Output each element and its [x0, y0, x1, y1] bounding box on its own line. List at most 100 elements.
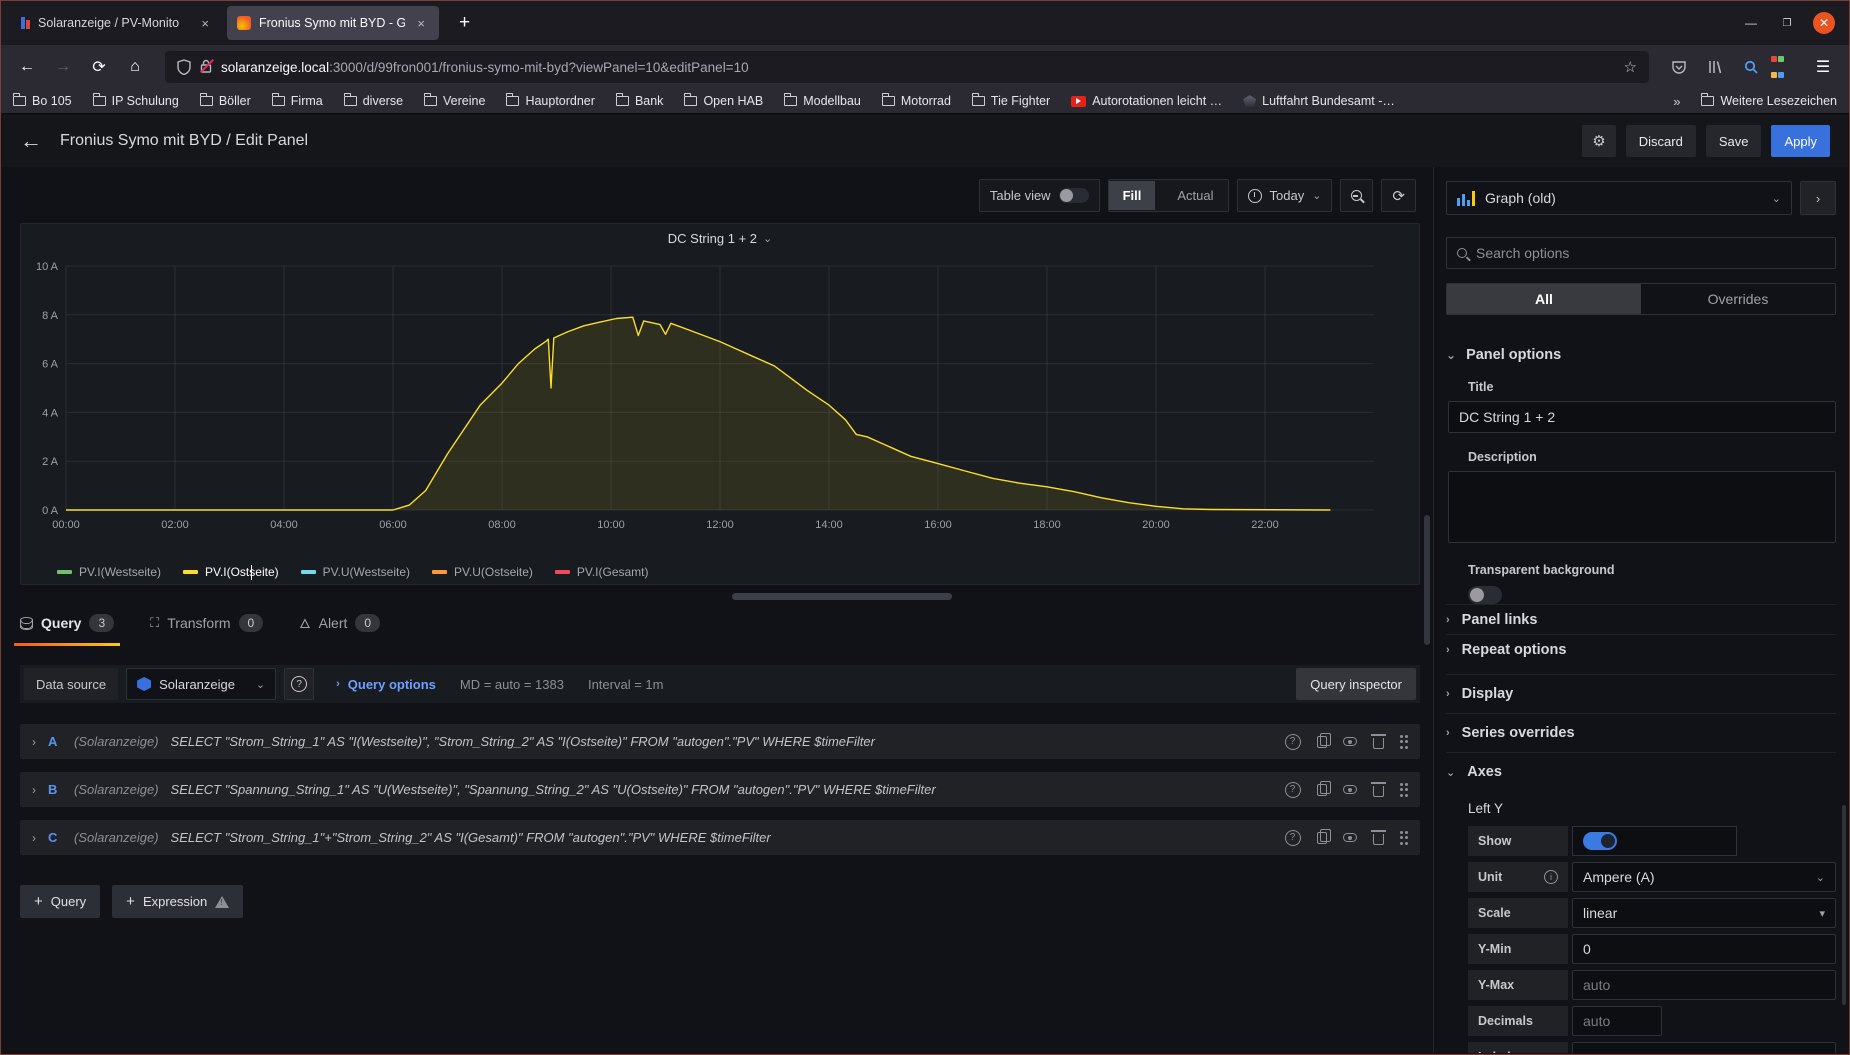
duplicate-icon[interactable]	[1316, 732, 1331, 748]
collapse-pane-button[interactable]: ›	[1800, 181, 1836, 215]
library-icon[interactable]	[1699, 52, 1731, 82]
tab-all[interactable]: All	[1447, 284, 1641, 314]
chart-svg[interactable]: 0 A 2 A 4 A 6 A 8 A 10 A 00:00 02:00 04:00 06:00 0…	[28, 252, 1412, 560]
pocket-icon[interactable]	[1663, 52, 1695, 82]
scrollbar-thumb[interactable]	[1424, 515, 1430, 645]
extension-grid-icon[interactable]	[1771, 52, 1803, 82]
shield-icon[interactable]	[177, 59, 191, 75]
bookmark-item[interactable]: diverse	[343, 93, 403, 108]
chevron-right-icon[interactable]: ›	[32, 783, 36, 797]
help-icon[interactable]: ?	[1284, 829, 1301, 846]
section-panel-options[interactable]: ⌄ Panel options	[1446, 347, 1836, 363]
scale-select[interactable]: linear ▾	[1572, 898, 1836, 928]
section-axes[interactable]: ⌄ Axes	[1446, 752, 1836, 791]
query-inspector-button[interactable]: Query inspector	[1296, 668, 1416, 700]
bookmark-item[interactable]: IP Schulung	[92, 93, 179, 108]
save-button[interactable]: Save	[1705, 125, 1762, 157]
menu-icon[interactable]: ☰	[1807, 52, 1839, 82]
new-tab-button[interactable]: +	[451, 12, 478, 34]
bookmark-item[interactable]: Bank	[615, 93, 663, 108]
legend-item[interactable]: PV.U(Ostseite)	[432, 565, 533, 579]
minimize-button[interactable]: —	[1741, 16, 1761, 30]
options-search[interactable]	[1446, 237, 1836, 269]
visualization-picker[interactable]: Graph (old) ⌄	[1446, 181, 1792, 215]
pane-scrollbar-thumb[interactable]	[1842, 805, 1846, 1005]
query-options-toggle[interactable]: › Query options	[336, 677, 436, 692]
legend-item[interactable]: PV.I(Westseite)	[57, 565, 161, 579]
refresh-button[interactable]: ⟳	[1381, 179, 1416, 212]
bookmark-item[interactable]: Autorotationen leicht …	[1071, 94, 1222, 108]
datasource-help-button[interactable]: ?	[284, 668, 315, 700]
options-search-input[interactable]	[1476, 245, 1825, 261]
maximize-button[interactable]: ❐	[1777, 18, 1797, 29]
legend-item[interactable]: PV.U(Westseite)	[300, 565, 410, 579]
bookmark-item[interactable]: Vereine	[424, 93, 485, 108]
help-icon[interactable]: ?	[1284, 781, 1301, 798]
fill-option[interactable]: Fill	[1108, 181, 1156, 210]
bookmark-star-icon[interactable]: ☆	[1624, 58, 1637, 76]
add-expression-button[interactable]: + Expression	[112, 885, 244, 918]
trash-icon[interactable]	[1370, 734, 1386, 749]
eye-icon[interactable]	[1342, 833, 1357, 842]
bookmark-item[interactable]: Tie Fighter	[971, 93, 1050, 108]
toggle-off-icon[interactable]	[1058, 188, 1089, 203]
tab-overrides[interactable]: Overrides	[1641, 284, 1835, 314]
legend-item[interactable]: PV.I(Ostseite)	[183, 565, 279, 580]
duplicate-icon[interactable]	[1316, 780, 1331, 796]
settings-gear-button[interactable]: ⚙	[1582, 125, 1616, 157]
home-icon[interactable]: ⌂	[119, 52, 151, 82]
bookmark-item[interactable]: Motorrad	[881, 93, 951, 108]
chevron-right-icon[interactable]: ›	[32, 831, 36, 845]
trash-icon[interactable]	[1370, 830, 1386, 845]
tab-close-icon[interactable]: ×	[197, 14, 213, 33]
unit-select[interactable]: Ampere (A) ⌄	[1572, 862, 1836, 892]
discard-button[interactable]: Discard	[1625, 125, 1696, 157]
table-view-toggle[interactable]: Table view	[978, 179, 1100, 212]
add-query-button[interactable]: + Query	[20, 885, 101, 918]
tab-query[interactable]: Query 3	[13, 610, 121, 646]
browser-tab-fronius[interactable]: Fronius Symo mit BYD - G ×	[227, 6, 439, 40]
time-range-picker[interactable]: Today ⌄	[1236, 179, 1333, 212]
actual-option[interactable]: Actual	[1163, 181, 1227, 210]
section-display[interactable]: › Display	[1446, 674, 1836, 713]
help-icon[interactable]: ?	[1284, 733, 1301, 750]
close-button[interactable]: ✕	[1813, 12, 1835, 34]
ymax-input[interactable]	[1583, 977, 1825, 993]
url-bar[interactable]: solaranzeige.local:3000/d/99fron001/fron…	[165, 51, 1649, 83]
bookmark-item[interactable]: Modellbau	[784, 93, 861, 108]
bookmark-item[interactable]: Hauptordner	[506, 93, 595, 108]
chevron-right-icon[interactable]: ›	[32, 735, 36, 749]
search-extension-icon[interactable]	[1735, 52, 1767, 82]
bookmark-item[interactable]: Open HAB	[684, 93, 763, 108]
section-panel-links[interactable]: › Panel links	[1446, 604, 1836, 634]
legend-item[interactable]: PV.I(Gesamt)	[554, 565, 649, 579]
zoom-out-button[interactable]	[1340, 179, 1374, 212]
panel-title-input[interactable]	[1448, 401, 1836, 433]
datasource-picker[interactable]: Solaranzeige ⌄	[126, 668, 277, 700]
forward-icon[interactable]: →	[47, 52, 79, 82]
drag-handle-icon[interactable]	[1399, 830, 1408, 845]
browser-tab-solaranzeige[interactable]: Solaranzeige / PV-Monito ×	[11, 6, 223, 40]
reload-icon[interactable]: ⟳	[83, 52, 115, 82]
eye-icon[interactable]	[1342, 737, 1357, 746]
transparent-bg-toggle[interactable]	[1468, 586, 1502, 604]
section-repeat-options[interactable]: › Repeat options	[1446, 634, 1836, 664]
bookmarks-overflow-icon[interactable]: »	[1673, 94, 1680, 109]
ymin-input[interactable]	[1583, 941, 1825, 957]
bookmark-item[interactable]: Böller	[199, 93, 251, 108]
bookmark-item[interactable]: Firma	[271, 93, 323, 108]
insecure-lock-icon[interactable]	[199, 58, 215, 76]
query-row[interactable]: › A (Solaranzeige) SELECT "Strom_String_…	[20, 724, 1420, 759]
section-series-overrides[interactable]: › Series overrides	[1446, 713, 1836, 752]
show-axis-toggle[interactable]	[1583, 832, 1617, 850]
axis-label-input[interactable]	[1583, 1049, 1825, 1053]
description-textarea[interactable]	[1448, 471, 1836, 543]
tab-transform[interactable]: ⛶ Transform 0	[150, 610, 264, 646]
tab-alert[interactable]: 🜂 Alert 0	[299, 610, 381, 646]
decimals-input[interactable]	[1583, 1013, 1651, 1029]
bookmark-more-folder[interactable]: Weitere Lesezeichen	[1701, 93, 1837, 108]
duplicate-icon[interactable]	[1316, 828, 1331, 844]
query-row[interactable]: › B (Solaranzeige) SELECT "Spannung_Stri…	[20, 772, 1420, 807]
drag-handle-icon[interactable]	[1399, 734, 1408, 749]
trash-icon[interactable]	[1370, 782, 1386, 797]
